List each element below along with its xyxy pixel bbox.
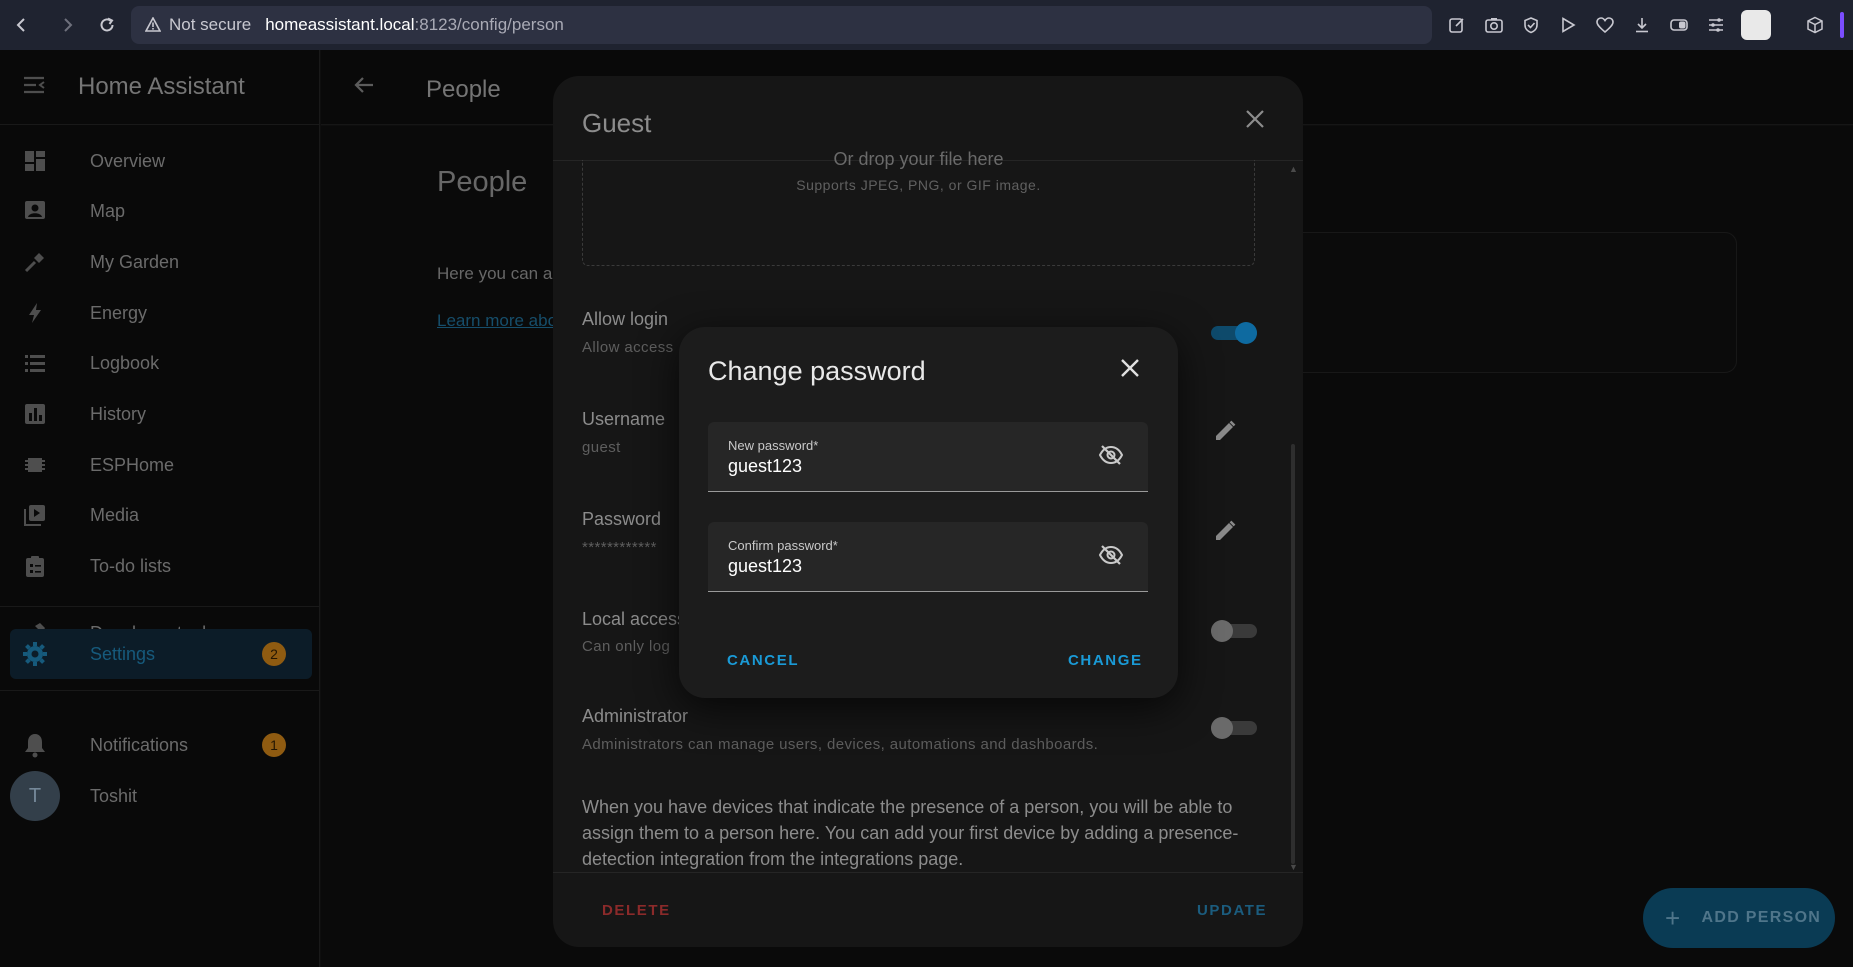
eye-off-icon[interactable]: [1098, 544, 1124, 571]
new-password-field[interactable]: New password* guest123: [708, 422, 1148, 492]
local-access-subtitle: Can only log: [582, 638, 671, 655]
forward-icon[interactable]: [47, 5, 87, 45]
password-value: ************: [582, 539, 657, 556]
url-path: :8123/config/person: [414, 15, 564, 34]
back-icon[interactable]: [2, 5, 42, 45]
cancel-button[interactable]: CANCEL: [727, 652, 799, 669]
administrator-toggle[interactable]: [1211, 717, 1257, 739]
local-access-toggle[interactable]: [1211, 620, 1257, 642]
allow-login-title: Allow login: [582, 309, 669, 329]
close-icon[interactable]: [1245, 109, 1265, 134]
password-title: Password: [582, 509, 662, 529]
play-icon[interactable]: [1556, 13, 1580, 37]
browser-toolbar: Not secure homeassistant.local:8123/conf…: [0, 0, 1853, 50]
update-button[interactable]: UPDATE: [1197, 902, 1267, 919]
scroll-down-icon[interactable]: ▼: [1289, 862, 1298, 872]
edit-username-pencil-icon[interactable]: [1213, 419, 1237, 448]
edit-password-pencil-icon[interactable]: [1213, 519, 1237, 548]
local-access-title: Local access: [582, 609, 687, 629]
shield-icon[interactable]: [1519, 13, 1543, 37]
allow-login-toggle[interactable]: [1211, 322, 1257, 344]
drop-subtitle: Supports JPEG, PNG, or GIF image.: [796, 177, 1041, 193]
address-bar[interactable]: Not secure homeassistant.local:8123/conf…: [131, 6, 1432, 44]
side-panel-indicator: [1840, 12, 1844, 38]
eye-off-icon[interactable]: [1098, 444, 1124, 471]
delete-button[interactable]: DELETE: [602, 902, 671, 919]
toggle-icon[interactable]: [1667, 13, 1691, 37]
scroll-up-icon[interactable]: ▲: [1289, 164, 1298, 174]
menu-lines-icon[interactable]: [1704, 13, 1728, 37]
confirm-password-field[interactable]: Confirm password* guest123: [708, 522, 1148, 592]
dialog-title: Guest: [582, 108, 652, 138]
image-drop-zone[interactable]: Or drop your file here Supports JPEG, PN…: [582, 149, 1255, 266]
dialog-divider: [553, 872, 1303, 873]
presence-info-text: When you have devices that indicate the …: [582, 797, 1239, 869]
heart-icon[interactable]: [1593, 13, 1617, 37]
administrator-title: Administrator: [582, 706, 689, 726]
close-icon[interactable]: [1119, 357, 1141, 384]
extension-toolbar: [1445, 0, 1771, 50]
administrator-subtitle: Administrators can manage users, devices…: [582, 736, 1099, 753]
download-icon[interactable]: [1630, 13, 1654, 37]
toggle-knob: [1235, 322, 1257, 344]
dialog-scrollbar[interactable]: ▲ ▼: [1289, 164, 1298, 874]
security-label[interactable]: Not secure: [169, 15, 251, 35]
field-label: Confirm password*: [728, 538, 838, 553]
change-button[interactable]: CHANGE: [1068, 652, 1143, 669]
username-value: guest: [582, 439, 621, 456]
field-value[interactable]: guest123: [728, 556, 802, 577]
edit-page-icon[interactable]: [1445, 13, 1469, 37]
reload-icon[interactable]: [87, 5, 127, 45]
scrollbar-thumb[interactable]: [1291, 444, 1295, 864]
field-label: New password*: [728, 438, 819, 453]
username-title: Username: [582, 409, 666, 429]
toggle-knob: [1211, 620, 1233, 642]
toggle-knob: [1211, 717, 1233, 739]
field-value[interactable]: guest123: [728, 456, 802, 477]
profile-extension-icon[interactable]: [1741, 10, 1771, 40]
drop-title: Or drop your file here: [833, 149, 1004, 169]
allow-login-subtitle: Allow access: [582, 339, 674, 356]
camera-icon[interactable]: [1482, 13, 1506, 37]
dialog-title: Change password: [708, 356, 926, 386]
package-icon[interactable]: [1806, 0, 1824, 50]
warning-icon: [145, 17, 161, 33]
url-host: homeassistant.local: [265, 15, 415, 34]
change-password-dialog: Change password New password* guest123 C…: [679, 327, 1178, 698]
